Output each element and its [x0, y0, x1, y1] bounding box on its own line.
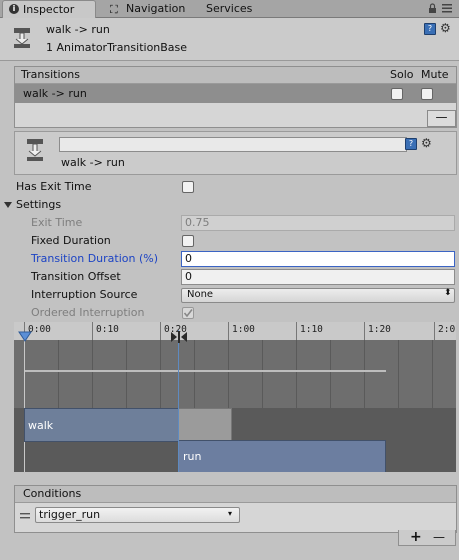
inspector-header: walk -> run 1 AnimatorTransitionBase ? ⚙ — [0, 18, 459, 61]
tick-label: 1:10 — [300, 324, 323, 335]
tab-bar: i Inspector ⛶ Navigation Services — [0, 0, 459, 18]
transition-duration-label: Transition Duration (%) — [31, 252, 158, 265]
transition-start-handle-icon[interactable] — [171, 331, 187, 346]
solo-header: Solo — [390, 68, 414, 81]
transition-offset-input[interactable]: 0 — [181, 269, 455, 285]
destination-clip-label: run — [183, 450, 202, 463]
tab-inspector-label: Inspector — [23, 3, 75, 16]
transition-timeline[interactable]: 0:00 0:10 0:20 1:00 1:10 1:20 2:0 walk r… — [14, 322, 456, 472]
header-title: walk -> run — [46, 23, 110, 36]
timeline-ruler[interactable]: 0:00 0:10 0:20 1:00 1:10 1:20 2:0 — [14, 322, 456, 341]
ordered-interruption-checkbox — [182, 307, 194, 319]
settings-label[interactable]: Settings — [16, 198, 61, 211]
ordered-interruption-label: Ordered Interruption — [31, 306, 145, 319]
fixed-duration-checkbox[interactable] — [182, 235, 194, 247]
transitions-list: Transitions Solo Mute walk -> run — — [14, 66, 457, 128]
header-subtitle: 1 AnimatorTransitionBase — [46, 41, 188, 54]
transition-row-name: walk -> run — [23, 87, 87, 100]
source-clip-label: walk — [28, 419, 54, 432]
transition-icon — [12, 27, 32, 52]
chevron-down-icon: ▾ — [228, 509, 233, 518]
conditions-header: Conditions — [15, 486, 456, 503]
transitions-list-header: Transitions Solo Mute — [15, 67, 456, 84]
timeline-start-line — [24, 340, 25, 472]
interruption-source-dropdown[interactable]: None ⬍ — [181, 288, 455, 303]
tick-label: 1:20 — [368, 324, 391, 335]
transition-duration-value: 0 — [185, 252, 192, 265]
remove-transition-button[interactable]: — — [427, 110, 456, 127]
transition-duration-input[interactable]: 0 — [181, 251, 455, 267]
tick-label: 1:00 — [232, 324, 255, 335]
gear-icon[interactable]: ⚙ — [421, 137, 432, 149]
exit-time-value: 0.75 — [185, 216, 210, 229]
transition-name-input[interactable] — [59, 137, 407, 152]
solo-checkbox[interactable] — [391, 88, 403, 100]
fixed-duration-label: Fixed Duration — [31, 234, 111, 247]
tab-navigation[interactable]: ⛶ Navigation — [106, 0, 196, 17]
tab-navigation-label: Navigation — [126, 2, 186, 15]
tab-services[interactable]: Services — [206, 0, 266, 17]
transitions-header-label: Transitions — [21, 68, 80, 81]
transition-overlap-region[interactable] — [178, 408, 232, 442]
exit-time-label: Exit Time — [31, 216, 83, 229]
parameter-curve — [24, 370, 386, 372]
checkmark-icon — [183, 309, 193, 318]
source-clip-walk[interactable]: walk — [24, 408, 180, 442]
help-icon[interactable]: ? — [424, 23, 436, 35]
add-condition-button[interactable]: + — [410, 529, 422, 545]
menu-icon[interactable] — [442, 3, 452, 16]
transition-row[interactable]: walk -> run — [15, 84, 456, 103]
conditions-title: Conditions — [23, 487, 82, 500]
mute-header: Mute — [421, 68, 449, 81]
dropdown-arrows-icon: ⬍ — [444, 288, 452, 298]
gear-icon[interactable]: ⚙ — [440, 22, 451, 34]
navigation-icon: ⛶ — [110, 3, 118, 16]
condition-parameter-value: trigger_run — [39, 508, 101, 521]
destination-clip-run[interactable]: run — [178, 440, 386, 472]
help-icon[interactable]: ? — [405, 138, 417, 150]
tab-services-label: Services — [206, 2, 253, 15]
drag-handle-icon[interactable] — [20, 509, 30, 522]
playhead-handle-icon[interactable] — [18, 331, 32, 346]
info-icon: i — [9, 4, 19, 14]
remove-condition-button[interactable]: — — [433, 530, 445, 544]
tick-label: 0:10 — [96, 324, 119, 335]
remove-transition-label: — — [435, 110, 448, 124]
interruption-source-value: None — [187, 289, 214, 300]
has-exit-time-label: Has Exit Time — [16, 180, 92, 193]
transition-offset-label: Transition Offset — [31, 270, 121, 283]
transition-detail-label: walk -> run — [61, 156, 125, 169]
exit-time-field: 0.75 — [181, 215, 455, 231]
tab-inspector[interactable]: i Inspector — [2, 0, 96, 18]
transition-detail-icon — [25, 138, 45, 165]
has-exit-time-checkbox[interactable] — [182, 181, 194, 193]
transition-offset-value: 0 — [185, 270, 192, 283]
mute-checkbox[interactable] — [421, 88, 433, 100]
interruption-source-label: Interruption Source — [31, 288, 138, 301]
settings-foldout-arrow[interactable] — [4, 199, 13, 212]
lock-icon[interactable] — [428, 3, 437, 17]
transition-marker-line — [178, 330, 179, 472]
timeline-curve-area — [14, 340, 456, 408]
tick-label: 2:0 — [438, 324, 456, 335]
condition-parameter-dropdown[interactable]: trigger_run ▾ — [35, 507, 240, 523]
transition-detail-header: ? ⚙ walk -> run — [14, 131, 457, 175]
conditions-panel: Conditions trigger_run ▾ — [14, 485, 457, 533]
conditions-footer: + — — [398, 529, 456, 546]
